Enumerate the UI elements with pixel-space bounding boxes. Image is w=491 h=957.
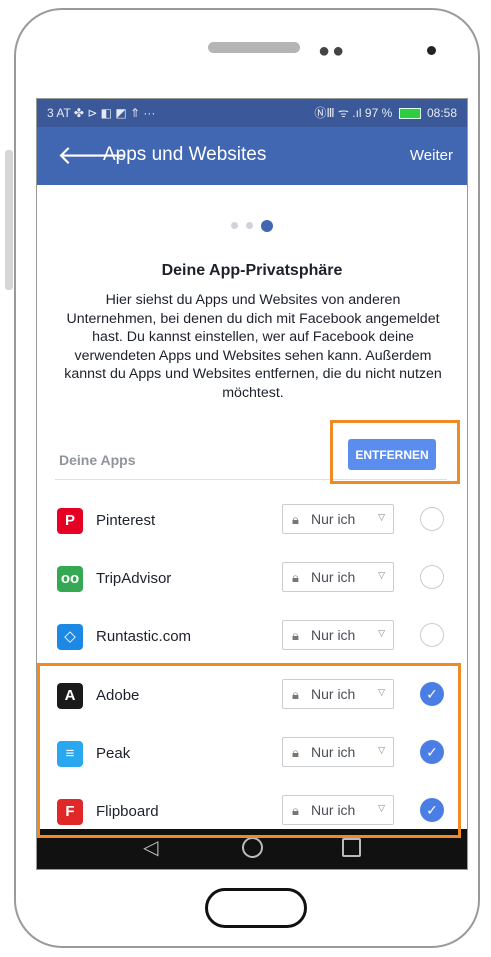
privacy-label: Nur ich: [311, 627, 356, 643]
front-camera: [427, 46, 436, 55]
section-description: Hier siehst du Apps und Websites von and…: [64, 292, 442, 401]
sensor-dots: ●●: [318, 40, 347, 62]
runtastic-icon: ◇: [57, 624, 83, 650]
status-time: 08:58: [426, 106, 457, 120]
home-button[interactable]: [205, 888, 307, 928]
battery-percent: 97 %: [364, 106, 393, 120]
page-dot: [246, 222, 253, 230]
app-row: oo TripAdvisor 🔒︎ Nur ich ▽: [37, 552, 467, 610]
highlight-remove-button: [330, 420, 460, 484]
caret-down-icon: ▽: [378, 628, 385, 638]
status-bar: 3 AT ✤ ⊳ ◧ ◩ ⇑ ··· ⓃⅢ ᯤ .ıl 97 % 08:58: [37, 99, 467, 127]
privacy-label: Nur ich: [311, 511, 356, 527]
nav-back-icon[interactable]: ◁: [143, 835, 158, 860]
app-header: 🡐 Apps und Websites Weiter: [37, 127, 467, 185]
app-row: ◇ Runtastic.com 🔒︎ Nur ich ▽: [37, 610, 467, 668]
select-checkbox[interactable]: [420, 565, 444, 589]
page-dot-active: [261, 219, 273, 232]
speaker-grille: [208, 42, 300, 53]
app-name: Runtastic.com: [96, 628, 192, 645]
nav-home-icon[interactable]: [242, 837, 263, 858]
status-right: ⓃⅢ ᯤ .ıl 97 % 08:58: [314, 99, 457, 127]
page-title: Apps und Websites: [103, 144, 267, 165]
section-heading: Deine App-Privatsphäre: [161, 262, 343, 279]
signal-icons: ⓃⅢ ᯤ .ıl: [314, 106, 362, 120]
lock-icon: 🔒︎: [292, 512, 299, 527]
privacy-selector[interactable]: 🔒︎ Nur ich ▽: [282, 504, 394, 534]
privacy-selector[interactable]: 🔒︎ Nur ich ▽: [282, 620, 394, 650]
lock-icon: 🔒︎: [292, 570, 299, 585]
side-button: [5, 150, 13, 290]
status-notifications: 3 AT ✤ ⊳ ◧ ◩ ⇑ ···: [47, 106, 156, 120]
privacy-label: Nur ich: [311, 569, 356, 585]
caret-down-icon: ▽: [378, 512, 385, 522]
privacy-selector[interactable]: 🔒︎ Nur ich ▽: [282, 562, 394, 592]
nav-recents-icon[interactable]: [342, 838, 361, 857]
pinterest-icon: P: [57, 508, 83, 534]
page-indicator: [37, 217, 467, 235]
select-checkbox[interactable]: [420, 507, 444, 531]
select-checkbox[interactable]: [420, 623, 444, 647]
app-name: TripAdvisor: [96, 570, 172, 587]
battery-icon: [398, 108, 421, 120]
tripadvisor-icon: oo: [57, 566, 83, 592]
apps-section-label: Deine Apps: [59, 452, 136, 468]
app-row: P Pinterest 🔒︎ Nur ich ▽: [37, 494, 467, 552]
caret-down-icon: ▽: [378, 570, 385, 580]
page-dot: [231, 222, 238, 230]
lock-icon: 🔒︎: [292, 628, 299, 643]
next-button[interactable]: Weiter: [410, 147, 453, 164]
app-name: Pinterest: [96, 512, 156, 529]
highlight-selected-apps: [37, 663, 461, 838]
